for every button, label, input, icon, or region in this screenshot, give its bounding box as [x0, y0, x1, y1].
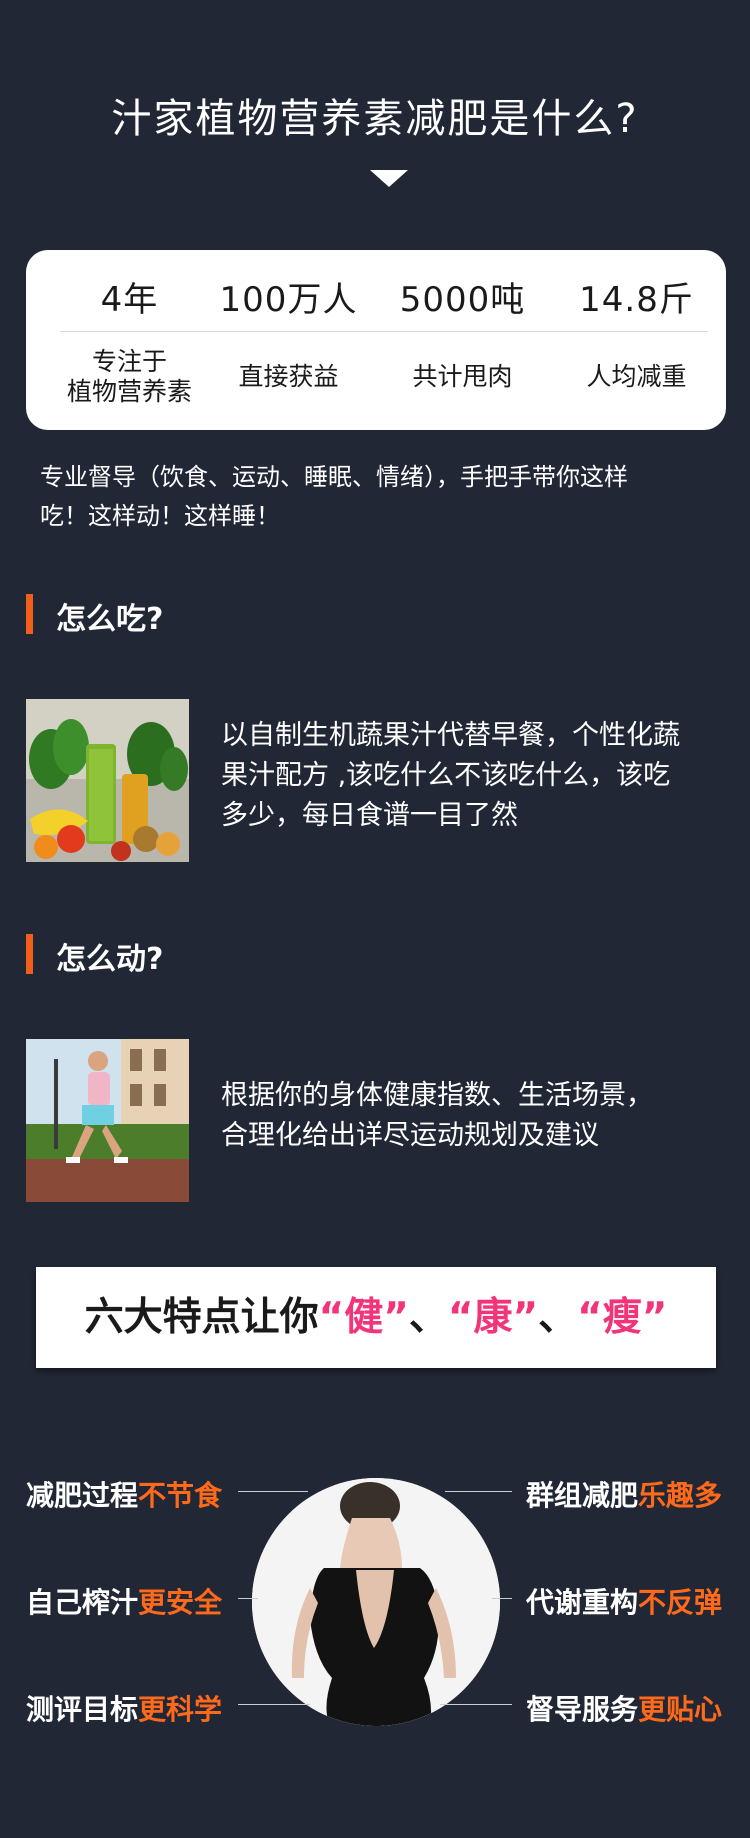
feature-item: 督导服务更贴心	[526, 1688, 722, 1728]
stats-card: 4年 专注于 植物营养素 100万人 直接获益 5000吨 共计甩肉 14.8斤…	[26, 250, 726, 430]
banner-prefix: 六大特点让你	[84, 1295, 319, 1340]
eat-line: 以自制生机蔬果汁代替早餐，个性化蔬	[221, 720, 680, 751]
stat-label: 植物营养素	[66, 377, 192, 406]
section-marker	[26, 934, 33, 974]
down-arrow-icon	[370, 170, 408, 187]
stat-value: 14.8斤	[579, 280, 694, 320]
connector-line	[492, 1598, 512, 1599]
section-marker	[26, 594, 33, 634]
feature-highlight: 更安全	[138, 1586, 223, 1619]
banner-word: “健”	[318, 1295, 409, 1340]
stat-value: 5000吨	[399, 280, 526, 320]
divider	[60, 331, 708, 332]
stat-label: 直接获益	[238, 362, 339, 391]
banner-sep: 、	[408, 1295, 448, 1340]
eat-description: 以自制生机蔬果汁代替早餐，个性化蔬 果汁配方 ,该吃什么不该吃什么，该吃 多少，…	[221, 716, 680, 836]
banner-word: “瘦”	[577, 1295, 668, 1340]
slim-woman-back-photo	[252, 1478, 500, 1726]
eat-line: 多少，每日食谱一目了然	[221, 800, 518, 831]
features-banner: 六大特点让你“健”、“康”、“瘦”	[36, 1267, 716, 1368]
connector-line	[445, 1491, 512, 1492]
connector-line	[238, 1704, 310, 1705]
feature-highlight: 乐趣多	[638, 1479, 723, 1512]
connector-line	[440, 1704, 512, 1705]
section-heading-eat: 怎么吃?	[56, 602, 164, 637]
feature-label: 自己榨汁	[26, 1586, 139, 1619]
man-jogging-photo	[26, 1039, 189, 1202]
feature-item: 自己榨汁更安全	[26, 1581, 222, 1621]
connector-line	[238, 1598, 258, 1599]
feature-label: 督导服务	[526, 1693, 639, 1726]
page-title: 汁家植物营养素减肥是什么?	[111, 96, 639, 142]
feature-item: 群组减肥乐趣多	[526, 1474, 722, 1514]
feature-item: 测评目标更科学	[26, 1688, 222, 1728]
banner-word: “康”	[447, 1295, 539, 1340]
intro-text: 专业督导（饮食、运动、睡眠、情绪），手把手带你这样 吃！这样动！这样睡！	[40, 458, 740, 536]
intro-line: 吃！这样动！这样睡！	[40, 502, 280, 530]
stat-label: 共计甩肉	[412, 362, 513, 391]
feature-label: 群组减肥	[526, 1479, 639, 1512]
feature-label: 测评目标	[26, 1693, 139, 1726]
move-description: 根据你的身体健康指数、生活场景， 合理化给出详尽运动规划及建议	[221, 1076, 653, 1156]
stat-value: 4年	[100, 280, 159, 320]
eat-line: 果汁配方 ,该吃什么不该吃什么，该吃	[221, 760, 671, 791]
connector-line	[238, 1491, 308, 1492]
feature-highlight: 不反弹	[638, 1586, 723, 1619]
stat-label: 人均减重	[586, 362, 687, 391]
stat-value: 100万人	[219, 280, 358, 320]
intro-line: 专业督导（饮食、运动、睡眠、情绪），手把手带你这样	[40, 463, 628, 491]
feature-item: 代谢重构不反弹	[526, 1581, 722, 1621]
feature-highlight: 不节食	[138, 1479, 223, 1512]
feature-label: 代谢重构	[526, 1586, 639, 1619]
feature-highlight: 更贴心	[638, 1693, 723, 1726]
move-line: 根据你的身体健康指数、生活场景，	[221, 1080, 653, 1111]
feature-highlight: 更科学	[138, 1693, 223, 1726]
move-line: 合理化给出详尽运动规划及建议	[221, 1120, 599, 1151]
feature-label: 减肥过程	[26, 1479, 139, 1512]
feature-item: 减肥过程不节食	[26, 1474, 222, 1514]
section-heading-move: 怎么动?	[56, 942, 164, 977]
stat-label: 专注于	[91, 347, 167, 376]
banner-sep: 、	[538, 1295, 578, 1340]
fruits-vegetables-juice-photo	[26, 699, 189, 862]
